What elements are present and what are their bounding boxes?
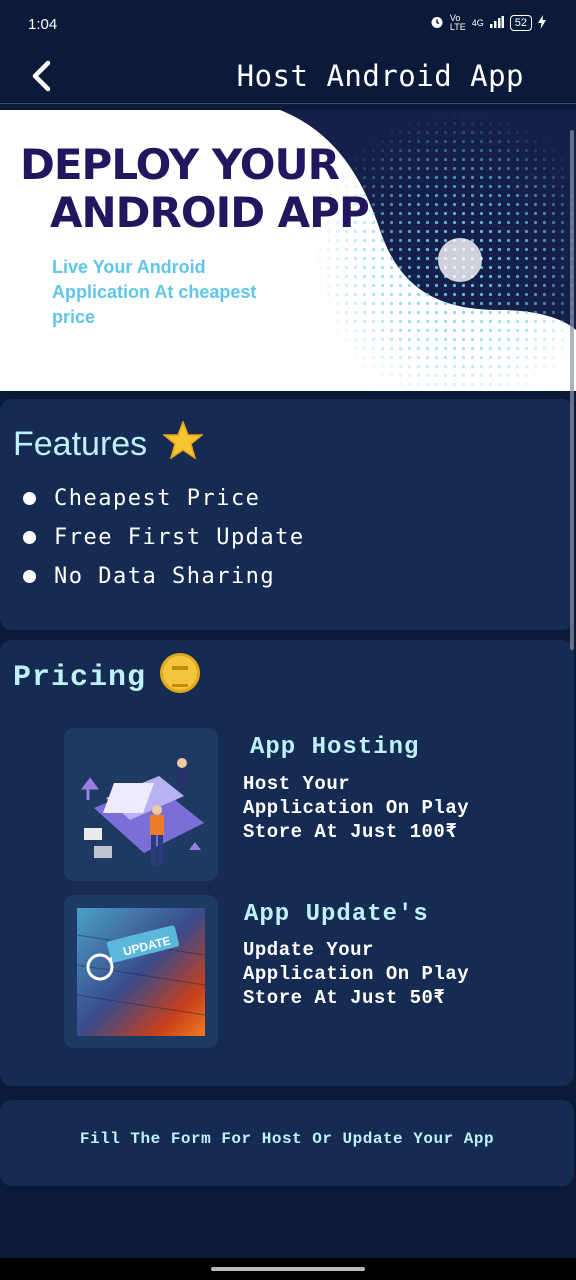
status-time: 1:04 [28,16,58,33]
features-heading: Features [13,419,204,464]
update-illustration: UPDATE [76,908,206,1036]
plan-name-hosting: App Hosting [250,734,420,761]
plan-description-hosting: Host Your Application On Play Store At J… [243,773,470,843]
banner-title-line1: DEPLOY YOUR [20,140,340,189]
status-bar: 1:04 Vo LTE 4G 52 [0,0,576,50]
feature-text: No Data Sharing [54,564,276,589]
network-type: 4G [471,18,484,28]
system-nav-bar [0,1258,576,1280]
app-hosting-image[interactable] [64,728,218,881]
bullet-icon [23,531,36,544]
bullet-icon [23,492,36,505]
pricing-heading: Pricing [13,653,201,697]
page-title: Host Android App [236,59,524,93]
banner-title-line2: ANDROID APP [50,188,370,237]
list-item: No Data Sharing [20,557,305,596]
app-bar: Host Android App [0,50,576,104]
volte-icon: Vo LTE [449,13,466,32]
signal-icon [489,15,504,31]
coin-icon [160,653,201,693]
form-cta-card[interactable]: Fill The Form For Host Or Update Your Ap… [0,1100,574,1186]
charging-icon [538,14,546,32]
hosting-illustration [81,758,204,865]
home-gesture-handle[interactable] [211,1267,365,1271]
battery-level: 52 [509,15,532,31]
alarm-icon [430,15,444,32]
status-icons: Vo LTE 4G 52 [430,14,546,32]
features-card: Features Cheapest Price Free First Updat… [0,399,574,630]
feature-list: Cheapest Price Free First Update No Data… [20,479,305,596]
list-item: Cheapest Price [20,479,305,518]
star-icon [157,419,204,462]
banner-subtitle: Live Your Android Application At cheapes… [52,257,257,327]
plan-description-update: Update Your Application On Play Store At… [243,939,470,1009]
scrollbar[interactable] [570,130,574,650]
plan-name-update: App Update's [244,901,429,928]
form-cta-link[interactable]: Fill The Form For Host Or Update Your Ap… [0,1130,574,1148]
pricing-title-text: Pricing [13,660,147,695]
back-button[interactable] [26,59,60,93]
list-item: Free First Update [20,518,305,557]
hero-banner: DEPLOY YOUR ANDROID APP Live Your Androi… [0,110,576,391]
chevron-left-icon [32,60,51,92]
feature-text: Free First Update [54,525,305,550]
bullet-icon [23,570,36,583]
feature-text: Cheapest Price [54,486,261,511]
app-update-image[interactable]: UPDATE [64,895,218,1048]
pricing-card: Pricing App Hosting Host Your Applicatio… [0,640,574,1086]
features-title-text: Features [13,425,148,463]
